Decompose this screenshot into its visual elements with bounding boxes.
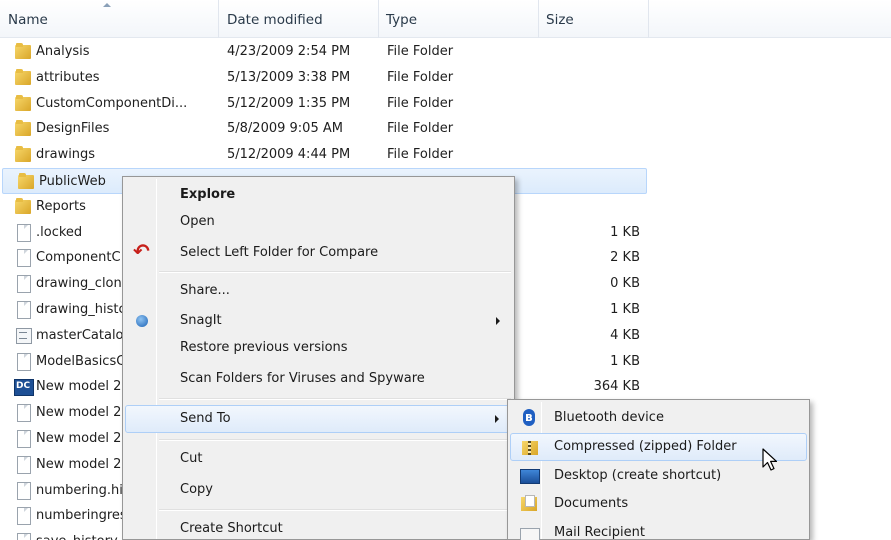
column-size-header[interactable]: Size xyxy=(538,0,648,38)
menu-separator xyxy=(159,509,511,511)
file-icon xyxy=(14,223,32,242)
file-name: CustomComponentDi... xyxy=(36,95,188,111)
menu-item-send-to[interactable]: Send To xyxy=(125,405,512,433)
snagit-icon xyxy=(133,312,151,330)
file-icon xyxy=(14,404,32,423)
file-icon xyxy=(14,352,32,371)
menu-item-scan[interactable]: Scan Folders for Viruses and Spyware xyxy=(125,367,512,391)
file-type: File Folder xyxy=(387,147,454,163)
bluetooth-icon xyxy=(520,409,538,427)
folder-icon xyxy=(14,94,32,112)
file-date: 5/12/2009 4:44 PM xyxy=(227,147,351,163)
send-to-documents[interactable]: Documents xyxy=(510,490,807,518)
send-to-desktop-label: Desktop (create shortcut) xyxy=(554,468,722,483)
column-date-header[interactable]: Date modified xyxy=(218,0,378,38)
column-type-header[interactable]: Type xyxy=(378,0,538,38)
folder-icon xyxy=(14,120,32,137)
file-size: 1 KB xyxy=(610,224,640,240)
compare-icon xyxy=(133,239,151,263)
file-size: 2 KB xyxy=(610,250,640,266)
folder-icon xyxy=(14,146,32,163)
menu-item-explore[interactable]: Explore xyxy=(125,183,512,207)
file-type: File Folder xyxy=(387,44,454,59)
file-size: 1 KB xyxy=(610,353,640,369)
submenu-arrow-icon xyxy=(496,317,500,325)
submenu-arrow-icon xyxy=(495,415,499,423)
context-menu: Explore Open Select Left Folder for Comp… xyxy=(122,176,515,540)
menu-item-snagit[interactable]: SnagIt xyxy=(125,309,512,333)
file-row[interactable]: drawings 5/12/2009 4:44 PM File Folder xyxy=(0,142,650,168)
file-icon xyxy=(14,455,32,474)
file-date: 5/13/2009 3:38 PM xyxy=(227,69,351,85)
menu-item-create-shortcut[interactable]: Create Shortcut xyxy=(125,517,512,540)
desktop-icon xyxy=(520,467,540,485)
file-date: 5/8/2009 9:05 AM xyxy=(227,121,343,137)
file-row[interactable]: Analysis 4/23/2009 2:54 PM File Folder xyxy=(0,39,650,65)
file-size: 1 KB xyxy=(610,302,640,317)
send-to-mail[interactable]: Mail Recipient xyxy=(510,519,807,540)
menu-item-copy[interactable]: Copy xyxy=(125,478,512,502)
file-date: 5/12/2009 1:35 PM xyxy=(227,95,351,111)
folder-icon xyxy=(17,173,35,190)
send-to-bluetooth[interactable]: Bluetooth device xyxy=(510,404,807,432)
file-icon xyxy=(14,507,32,526)
file-type: File Folder xyxy=(387,121,454,137)
file-type: File Folder xyxy=(387,95,454,111)
file-size: 4 KB xyxy=(610,327,640,343)
file-name: drawings xyxy=(36,147,96,163)
menu-item-cut[interactable]: Cut xyxy=(125,447,512,471)
file-row[interactable]: attributes 5/13/2009 3:38 PM File Folder xyxy=(0,65,650,91)
file-size xyxy=(543,169,643,195)
file-type: File Folder xyxy=(387,69,454,85)
menu-separator xyxy=(159,439,511,441)
mouse-pointer-icon xyxy=(762,448,778,471)
menu-item-share[interactable]: Share... xyxy=(125,279,512,303)
send-to-zip-label: Compressed (zipped) Folder xyxy=(554,439,737,454)
mail-icon xyxy=(520,524,540,540)
file-date: 4/23/2009 2:54 PM xyxy=(227,44,351,59)
file-row[interactable]: DesignFiles 5/8/2009 9:05 AM File Folder xyxy=(0,116,650,142)
file-size xyxy=(540,116,640,142)
file-name: Analysis xyxy=(36,44,90,59)
menu-item-snagit-label: SnagIt xyxy=(180,313,222,328)
send-to-mail-label: Mail Recipient xyxy=(554,525,645,540)
file-size xyxy=(540,39,640,65)
model-icon xyxy=(14,378,34,397)
catalog-icon xyxy=(14,327,32,344)
file-size xyxy=(540,142,640,168)
file-icon xyxy=(14,481,32,500)
file-icon xyxy=(14,301,32,319)
file-size xyxy=(540,194,640,220)
file-row[interactable]: CustomComponentDi... 5/12/2009 1:35 PM Fil… xyxy=(0,91,650,117)
menu-item-compare-label: Select Left Folder for Compare xyxy=(180,245,379,260)
file-icon xyxy=(14,430,32,448)
menu-item-send-to-label: Send To xyxy=(180,411,231,426)
zip-folder-icon xyxy=(521,439,539,457)
sort-ascending-icon xyxy=(103,3,111,7)
file-name: attributes xyxy=(36,69,100,85)
folder-icon xyxy=(14,197,32,215)
documents-icon xyxy=(520,495,538,513)
menu-separator xyxy=(159,271,511,273)
file-icon xyxy=(14,275,32,294)
file-size: 364 KB xyxy=(593,379,640,395)
file-size xyxy=(540,91,640,117)
file-size: 0 KB xyxy=(610,276,640,292)
file-name: DesignFiles xyxy=(36,121,110,137)
file-size xyxy=(540,65,640,91)
menu-item-restore[interactable]: Restore previous versions xyxy=(125,336,512,360)
menu-item-compare[interactable]: Select Left Folder for Compare xyxy=(125,239,512,265)
folder-icon xyxy=(14,68,32,86)
send-to-bluetooth-label: Bluetooth device xyxy=(554,410,664,425)
column-divider[interactable] xyxy=(648,0,649,38)
folder-icon xyxy=(14,43,32,60)
menu-item-open[interactable]: Open xyxy=(125,210,512,234)
file-icon xyxy=(14,249,32,268)
menu-separator xyxy=(159,398,511,400)
file-icon xyxy=(14,533,32,540)
column-header: Name Date modified Type Size xyxy=(0,0,891,38)
send-to-documents-label: Documents xyxy=(554,496,629,511)
